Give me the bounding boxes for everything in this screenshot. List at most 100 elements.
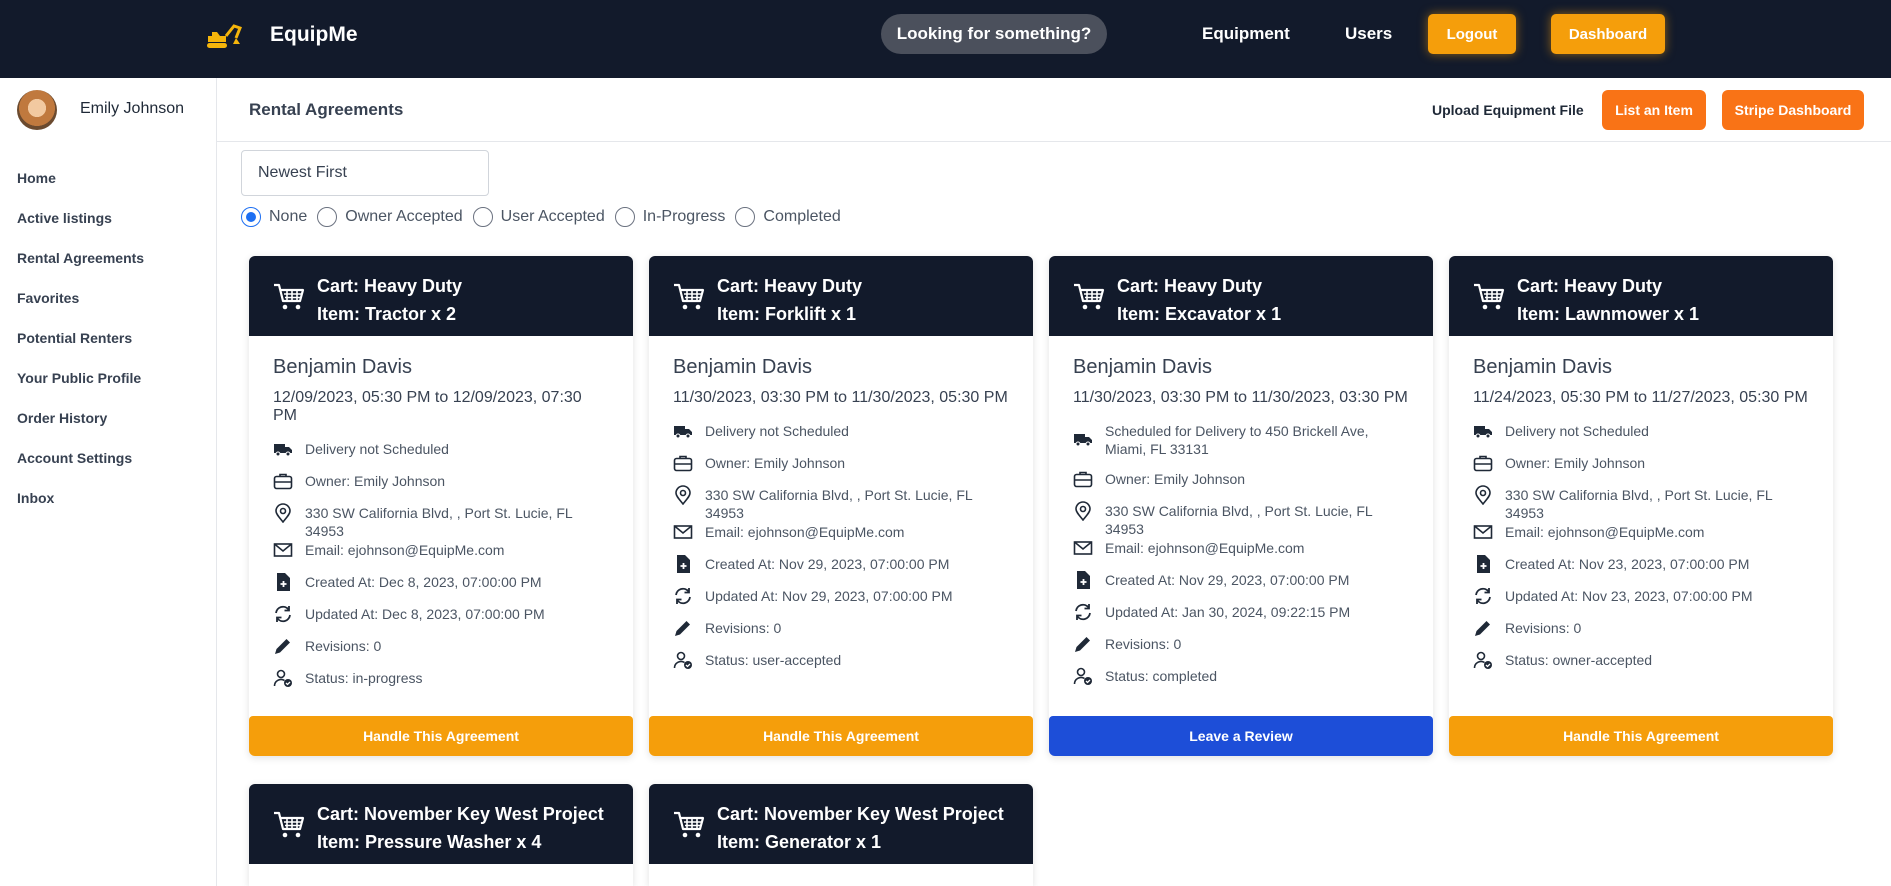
sidebar-menu: Home Active listings Rental Agreements F… bbox=[17, 168, 144, 528]
radio-button[interactable] bbox=[241, 207, 261, 227]
agreement-card: Cart: Heavy Duty Item: Tractor x 2 Benja… bbox=[249, 256, 633, 756]
card-title: Cart: November Key West Project Item: Pr… bbox=[317, 800, 604, 856]
created-at: Created At: Nov 29, 2023, 07:00:00 PM bbox=[705, 556, 950, 572]
agreement-card: Cart: Heavy Duty Item: Lawnmower x 1 Ben… bbox=[1449, 256, 1833, 756]
status-radio-in-progress[interactable]: In-Progress bbox=[614, 207, 726, 227]
card-title: Cart: November Key West Project Item: Ge… bbox=[717, 800, 1004, 856]
card-header: Cart: Heavy Duty Item: Forklift x 1 bbox=[649, 256, 1033, 336]
agreement-card: Cart: November Key West Project Item: Ge… bbox=[649, 784, 1033, 886]
radio-button[interactable] bbox=[317, 207, 338, 227]
location-pin-icon bbox=[675, 485, 691, 505]
logout-button[interactable]: Logout bbox=[1428, 14, 1516, 54]
handle-agreement-button[interactable]: Handle This Agreement bbox=[1449, 716, 1833, 756]
truck-icon bbox=[1474, 426, 1492, 439]
shopping-cart-icon bbox=[1074, 283, 1105, 310]
location-pin-icon bbox=[275, 503, 291, 523]
status-radio-none[interactable]: None bbox=[241, 207, 307, 227]
sidebar-item-rental-agreements[interactable]: Rental Agreements bbox=[17, 248, 144, 288]
updated-at: Updated At: Jan 30, 2024, 09:22:15 PM bbox=[1105, 604, 1351, 620]
sidebar-item-inbox[interactable]: Inbox bbox=[17, 488, 144, 528]
delivery-status: Delivery not Scheduled bbox=[1505, 423, 1649, 439]
radio-button[interactable] bbox=[614, 207, 635, 227]
created-at: Created At: Nov 29, 2023, 07:00:00 PM bbox=[1105, 572, 1350, 588]
leave-review-button[interactable]: Leave a Review bbox=[1049, 716, 1433, 756]
email: Email: ejohnson@EquipMe.com bbox=[1505, 524, 1705, 540]
rental-dates: 11/30/2023, 03:30 PM to 11/30/2023, 03:3… bbox=[1073, 389, 1408, 406]
status-radio-owner-accepted[interactable]: Owner Accepted bbox=[317, 207, 463, 227]
radio-label: None bbox=[269, 208, 308, 225]
sidebar-item-order-history[interactable]: Order History bbox=[17, 408, 144, 448]
card-header: Cart: November Key West Project Item: Ge… bbox=[649, 784, 1033, 864]
card-title: Cart: Heavy Duty Item: Lawnmower x 1 bbox=[1517, 272, 1699, 328]
sidebar-user-name: Emily Johnson bbox=[80, 100, 185, 117]
sidebar-item-favorites[interactable]: Favorites bbox=[17, 288, 144, 328]
agreement-status: Status: in-progress bbox=[305, 670, 423, 686]
radio-label: Owner Accepted bbox=[345, 208, 463, 225]
avatar bbox=[17, 90, 57, 130]
renter-name: Benjamin Davis bbox=[1073, 356, 1212, 378]
item-name: Item: Pressure Washer x 4 bbox=[317, 832, 542, 852]
briefcase-icon bbox=[1473, 455, 1493, 472]
sort-select[interactable]: Newest First bbox=[241, 150, 489, 196]
truck-icon bbox=[1074, 434, 1092, 447]
rental-dates: 11/30/2023, 03:30 PM to 11/30/2023, 05:3… bbox=[673, 389, 1008, 406]
item-name: Item: Lawnmower x 1 bbox=[1517, 304, 1700, 324]
location-pin-icon bbox=[1475, 485, 1491, 505]
nav-link-users[interactable]: Users bbox=[1345, 24, 1392, 44]
truck-icon bbox=[674, 426, 692, 439]
list-an-item-button[interactable]: List an Item bbox=[1602, 90, 1706, 130]
user-check-icon bbox=[1073, 667, 1092, 685]
card-header: Cart: Heavy Duty Item: Tractor x 2 bbox=[249, 256, 633, 336]
envelope-icon bbox=[273, 543, 293, 557]
shopping-cart-icon bbox=[1474, 283, 1505, 310]
revisions: Revisions: 0 bbox=[1105, 636, 1182, 652]
radio-label: In-Progress bbox=[642, 208, 726, 225]
sidebar-item-home[interactable]: Home bbox=[17, 168, 144, 208]
updated-at: Updated At: Nov 29, 2023, 07:00:00 PM bbox=[705, 588, 953, 604]
address: 330 SW California Blvd, , Port St. Lucie… bbox=[1105, 503, 1373, 537]
card-title: Cart: Heavy Duty Item: Tractor x 2 bbox=[317, 272, 462, 328]
file-add-icon bbox=[277, 573, 290, 591]
email: Email: ejohnson@EquipMe.com bbox=[1105, 540, 1305, 556]
status-radio-user-accepted[interactable]: User Accepted bbox=[472, 207, 605, 227]
cart-name: Cart: Heavy Duty bbox=[1517, 276, 1663, 296]
sidebar-item-public-profile[interactable]: Your Public Profile bbox=[17, 368, 144, 408]
email: Email: ejohnson@EquipMe.com bbox=[305, 542, 505, 558]
item-name: Item: Forklift x 1 bbox=[717, 304, 857, 324]
sidebar-user[interactable]: Emily Johnson bbox=[0, 78, 216, 142]
sidebar-item-account-settings[interactable]: Account Settings bbox=[17, 448, 144, 488]
owner-name: Owner: Emily Johnson bbox=[1105, 471, 1246, 487]
rental-dates: 11/24/2023, 05:30 PM to 11/27/2023, 05:3… bbox=[1473, 389, 1808, 406]
address: 330 SW California Blvd, , Port St. Lucie… bbox=[705, 487, 973, 521]
dashboard-button[interactable]: Dashboard bbox=[1551, 14, 1665, 54]
shopping-cart-icon bbox=[274, 811, 305, 838]
owner-name: Owner: Emily Johnson bbox=[705, 455, 846, 471]
refresh-icon bbox=[275, 605, 291, 623]
revisions: Revisions: 0 bbox=[1505, 620, 1582, 636]
cart-name: Cart: November Key West Project bbox=[717, 804, 1004, 824]
card-title: Cart: Heavy Duty Item: Forklift x 1 bbox=[717, 272, 862, 328]
truck-icon bbox=[274, 444, 292, 457]
nav-link-equipment[interactable]: Equipment bbox=[1202, 24, 1290, 44]
sidebar-item-potential-renters[interactable]: Potential Renters bbox=[17, 328, 144, 368]
brand[interactable]: EquipMe bbox=[206, 20, 358, 50]
stripe-dashboard-button[interactable]: Stripe Dashboard bbox=[1722, 90, 1864, 130]
status-radio-completed[interactable]: Completed bbox=[735, 207, 841, 227]
handle-agreement-button[interactable]: Handle This Agreement bbox=[649, 716, 1033, 756]
location-pin-icon bbox=[1075, 501, 1091, 521]
agreement-card: Cart: Heavy Duty Item: Forklift x 1 Benj… bbox=[649, 256, 1033, 756]
renter-name: Benjamin Davis bbox=[1473, 356, 1612, 378]
delivery-status: Delivery not Scheduled bbox=[305, 441, 449, 457]
search-button[interactable]: Looking for something? bbox=[881, 14, 1107, 54]
renter-name: Benjamin Davis bbox=[673, 356, 812, 378]
file-add-icon bbox=[1077, 571, 1090, 589]
radio-button[interactable] bbox=[735, 207, 756, 227]
user-check-icon bbox=[273, 669, 292, 687]
delivery-status: Delivery not Scheduled bbox=[705, 423, 849, 439]
handle-agreement-button[interactable]: Handle This Agreement bbox=[249, 716, 633, 756]
owner-name: Owner: Emily Johnson bbox=[1505, 455, 1646, 471]
radio-button[interactable] bbox=[472, 207, 493, 227]
sidebar-item-active-listings[interactable]: Active listings bbox=[17, 208, 144, 248]
upload-equipment-file-link[interactable]: Upload Equipment File bbox=[1432, 102, 1584, 118]
revisions: Revisions: 0 bbox=[305, 638, 382, 654]
